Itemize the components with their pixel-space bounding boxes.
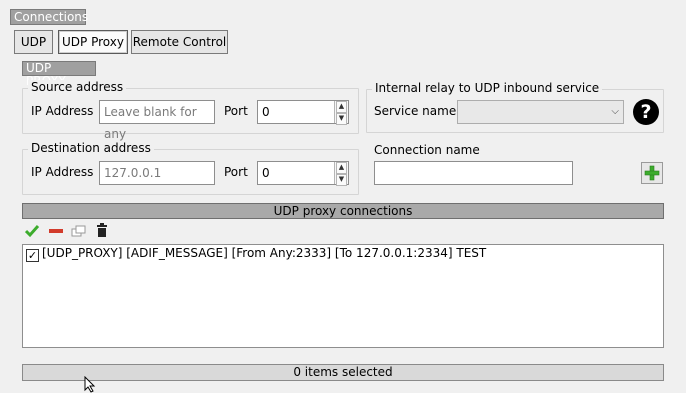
mouse-cursor-icon xyxy=(84,376,96,393)
help-icon[interactable]: ? xyxy=(633,99,659,125)
plus-icon xyxy=(644,165,660,181)
connection-name-input[interactable] xyxy=(374,161,573,185)
udp-proxy-panel-label: UDP PROXY xyxy=(22,61,96,88)
spin-down-icon[interactable]: ▼ xyxy=(336,174,347,186)
duplicate-icon[interactable] xyxy=(71,224,87,238)
remove-icon[interactable] xyxy=(48,224,64,238)
destination-ip-label: IP Address xyxy=(31,165,94,179)
list-header: UDP proxy connections xyxy=(22,203,664,219)
source-ip-label: IP Address xyxy=(31,104,94,118)
list-item[interactable]: ✓ [UDP_PROXY] [ADIF_MESSAGE] [From Any:2… xyxy=(23,245,663,263)
tab-udp[interactable]: UDP xyxy=(14,30,53,54)
service-name-select[interactable]: ⌵ xyxy=(457,100,624,124)
check-icon[interactable] xyxy=(25,224,41,238)
list-item-checkbox[interactable]: ✓ xyxy=(26,249,39,262)
chevron-down-icon: ⌵ xyxy=(611,106,619,117)
trash-icon[interactable] xyxy=(95,223,109,238)
internal-relay-title: Internal relay to UDP inbound service xyxy=(372,81,603,95)
tab-remote-control[interactable]: Remote Control xyxy=(131,30,228,54)
source-port-label: Port xyxy=(224,104,248,118)
source-port-spinner[interactable]: ▲ ▼ xyxy=(334,101,348,125)
destination-address-title: Destination address xyxy=(28,141,154,155)
destination-port-label: Port xyxy=(224,165,248,179)
connections-section-label: Connections xyxy=(10,9,88,25)
spin-down-icon[interactable]: ▼ xyxy=(336,113,347,125)
source-port-value: 0 xyxy=(262,105,270,119)
destination-port-spinner[interactable]: ▲ ▼ xyxy=(334,162,348,186)
connection-name-label: Connection name xyxy=(374,143,480,157)
tab-udp-proxy[interactable]: UDP Proxy xyxy=(58,30,128,54)
destination-port-value: 0 xyxy=(262,166,270,180)
destination-ip-input[interactable]: 127.0.0.1 xyxy=(99,161,215,185)
list-toolbar xyxy=(22,220,664,242)
service-name-label: Service name xyxy=(374,104,457,118)
spin-up-icon[interactable]: ▲ xyxy=(336,101,347,113)
spin-up-icon[interactable]: ▲ xyxy=(336,162,347,174)
source-ip-input[interactable]: Leave blank for any xyxy=(99,100,215,141)
add-connection-button[interactable] xyxy=(641,162,663,184)
source-address-title: Source address xyxy=(28,80,127,94)
list-item-text: [UDP_PROXY] [ADIF_MESSAGE] [From Any:233… xyxy=(42,246,487,260)
connections-list[interactable]: ✓ [UDP_PROXY] [ADIF_MESSAGE] [From Any:2… xyxy=(22,244,664,348)
selection-status: 0 items selected xyxy=(22,364,664,381)
